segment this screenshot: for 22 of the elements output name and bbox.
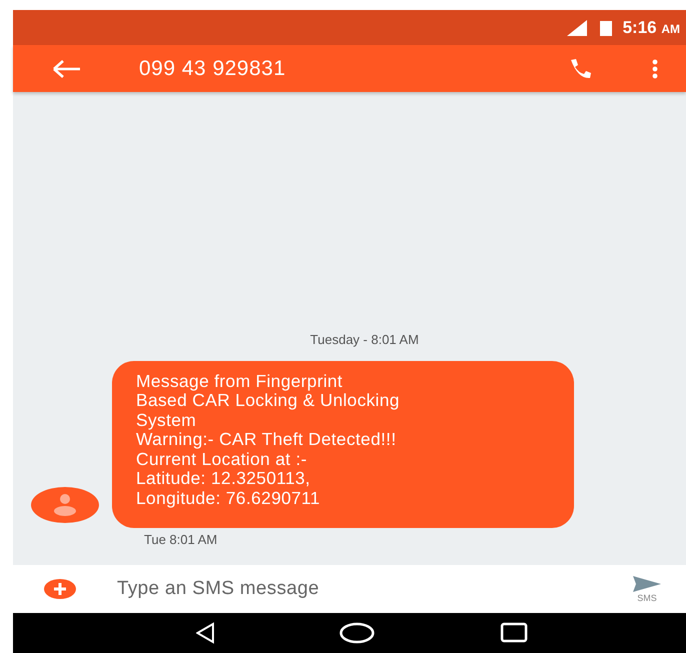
- clock-time: 5:16 AM: [622, 18, 680, 38]
- contact-avatar-icon: [30, 486, 100, 524]
- recent-apps-button[interactable]: [500, 622, 528, 644]
- message-timestamp: Tue 8:01 AM: [144, 532, 218, 547]
- back-button[interactable]: [196, 622, 214, 644]
- signal-icon: [564, 18, 589, 36]
- message-bubble: Message from Fingerprint Based CAR Locking & Unlocking System Warning:- CAR Theft Detected!!! Current Location at :- Latitude: 12.3250113, Longitude: 76.6290711: [112, 360, 574, 528]
- contact-number: 099 43 929831: [139, 56, 287, 80]
- battery-icon: [598, 18, 613, 36]
- home-icon: [338, 622, 375, 644]
- more-vertical-icon: [652, 58, 658, 78]
- attach-button[interactable]: [43, 578, 77, 600]
- phone-icon: [568, 58, 592, 80]
- send-button[interactable]: SMS: [632, 575, 662, 603]
- add-circle-icon: [43, 578, 77, 600]
- back-arrow-icon: [52, 58, 82, 78]
- message-input[interactable]: Type an SMS message: [115, 570, 632, 608]
- recent-apps-icon: [500, 622, 528, 644]
- home-button[interactable]: [338, 622, 375, 644]
- back-icon: [196, 622, 214, 644]
- send-icon: [632, 575, 662, 593]
- date-divider: Tuesday - 8:01 AM: [310, 332, 419, 346]
